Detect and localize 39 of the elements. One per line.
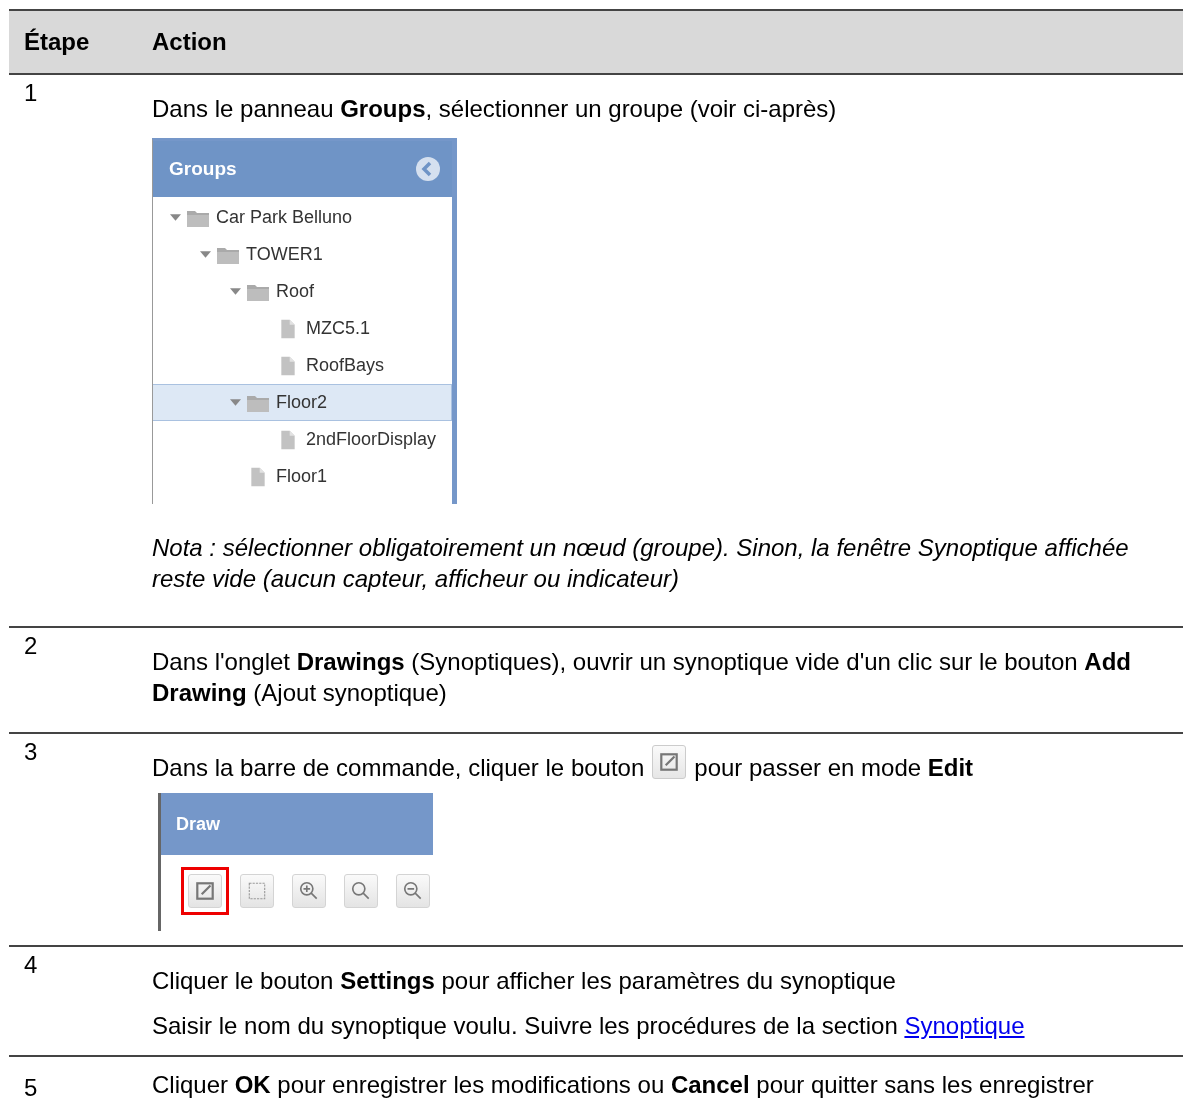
instruction-text: Dans l'onglet Drawings (Synoptiques), ouvrir un synoptique vide d'un clic sur le bouton Add Drawing (Ajout synoptique) — [152, 647, 1132, 708]
step-number: 3 — [24, 738, 38, 765]
toolbar-button[interactable] — [181, 867, 229, 915]
instruction-text: Cliquer le bouton Settings pour afficher les paramètres du synoptique — [152, 966, 897, 996]
step-number: 1 — [24, 79, 38, 106]
column-header: Action — [152, 28, 227, 56]
zoom-out-icon — [402, 880, 424, 902]
selection-icon — [246, 880, 268, 902]
tree-item[interactable]: Floor2 — [153, 384, 452, 421]
tree-item[interactable]: Roof — [213, 273, 452, 310]
edit-icon — [658, 750, 681, 773]
step-number: 2 — [24, 632, 38, 659]
zoom-in-icon — [298, 880, 320, 902]
note-text: Nota : sélectionner obligatoirement un nœud (groupe). Sinon, la fenêtre Synoptique affichée reste vide (aucun capteur, afficheur ou indicateur) — [152, 533, 1130, 594]
tree-item[interactable]: 2ndFloorDisplay — [243, 421, 452, 458]
edit-icon — [194, 880, 216, 902]
expand-arrow-icon[interactable] — [230, 286, 241, 297]
instruction-text: Saisir le nom du synoptique voulu. Suivre les procédures de la section — [152, 1012, 898, 1039]
expand-arrow-icon[interactable] — [200, 249, 211, 260]
step-number: 4 — [24, 951, 38, 978]
instruction-text: Cliquer OK pour enregistrer les modifications ou Cancel pour quitter sans les enregistrer — [152, 1070, 1095, 1100]
tree-item[interactable]: Floor1 — [213, 458, 452, 495]
tree-item[interactable]: TOWER1 — [183, 236, 452, 273]
search-icon — [350, 880, 372, 902]
section-link[interactable]: Synoptique — [904, 1012, 1025, 1039]
instruction-text: pour passer en mode Edit — [694, 753, 974, 783]
collapse-icon[interactable] — [416, 157, 440, 181]
expand-arrow-icon[interactable] — [170, 212, 181, 223]
panel-title: Draw — [176, 813, 220, 835]
tree-item[interactable]: MZC5.1 — [243, 310, 452, 347]
step-number: 5 — [24, 1074, 38, 1101]
tree-item[interactable]: RoofBays — [243, 347, 452, 384]
tree-item[interactable]: Car Park Belluno — [153, 199, 452, 236]
column-header: Étape — [23, 28, 91, 56]
instruction-text: Dans la barre de commande, cliquer le bouton — [152, 753, 645, 783]
expand-arrow-icon[interactable] — [230, 397, 241, 408]
edit-button[interactable] — [652, 744, 687, 779]
panel-title: Groups — [169, 158, 237, 180]
instruction-text: Dans le panneau Groups, sélectionner un groupe (voir ci-après) — [152, 94, 838, 124]
